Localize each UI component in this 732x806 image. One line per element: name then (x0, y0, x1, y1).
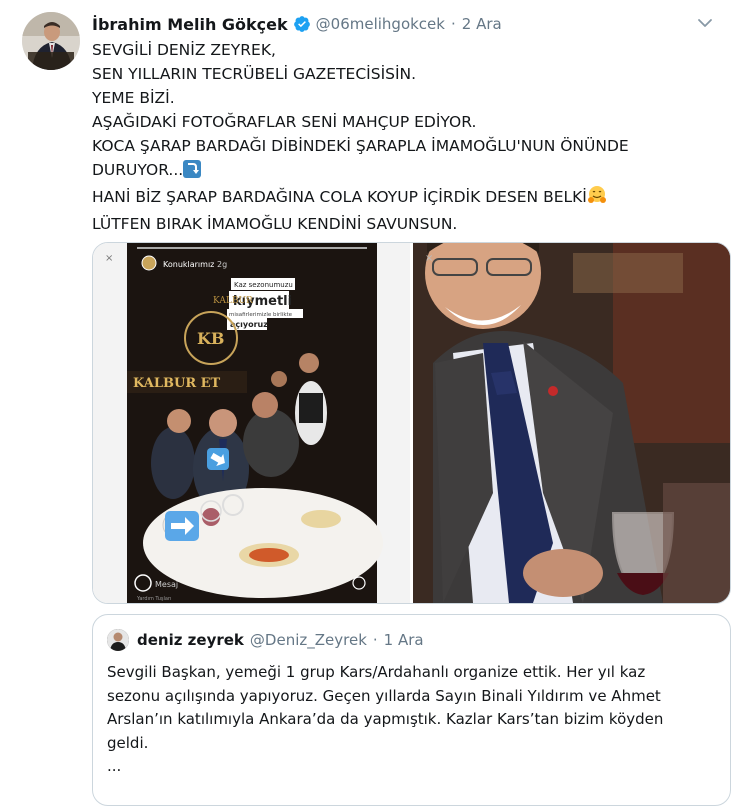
bottom-caption-small: Yardım Tuşları (136, 596, 171, 602)
bottom-caption: Mesaj (155, 580, 178, 589)
tweet-line: SEVGİLİ DENİZ ZEYREK, (92, 41, 276, 59)
tweet-line: KOCA ŞARAP BARDAĞI DİBİNDEKİ ŞARAPLA İMA… (92, 137, 629, 155)
tweet-line: AŞAĞIDAKİ FOTOĞRAFLAR SENİ MAHÇUP EDİYOR… (92, 113, 477, 131)
svg-text:×: × (105, 253, 113, 264)
quoted-author-avatar[interactable] (107, 629, 129, 651)
author-name[interactable]: İbrahim Melih Gökçek (92, 15, 288, 34)
quoted-author-handle[interactable]: @Deniz_Zeyrek (250, 631, 367, 649)
quoted-tweet-date[interactable]: 1 Ara (384, 631, 424, 649)
author-handle[interactable]: @06melihgokcek (316, 15, 445, 33)
logo-letters: KB (197, 329, 224, 348)
sticker-line1: Kaz sezonumuzu (234, 281, 293, 289)
quoted-line: ... (107, 757, 122, 775)
separator-dot: · (450, 15, 456, 33)
tweet-media: Konuklarımız 2g Kaz sezonumuzu kıymetli … (92, 242, 731, 604)
chevron-down-icon[interactable] (696, 14, 714, 32)
story-account: Konuklarımız (163, 260, 214, 269)
quoted-tweet-header: deniz zeyrek @Deniz_Zeyrek · 1 Ara (107, 629, 424, 651)
tweet-date[interactable]: 2 Ara (462, 15, 502, 33)
restaurant-sign: KALBUR ET (133, 376, 221, 391)
tweet-line-text: DURUYOR... (92, 161, 184, 179)
tweet-header: İbrahim Melih Gökçek @06melihgokcek · 2 … (92, 12, 718, 36)
story-time: 2g (217, 260, 227, 269)
quoted-line: sezonu açılışında yapıyoruz. Geçen yılla… (107, 686, 661, 705)
logo-text: KALBUR (213, 296, 253, 306)
quoted-line: geldi. (107, 733, 149, 752)
svg-text:×: × (425, 253, 433, 264)
tweet-line: YEME BİZİ. (92, 89, 175, 107)
quoted-author-name[interactable]: deniz zeyrek (137, 631, 244, 649)
tweet-text: SEVGİLİ DENİZ ZEYREK, SEN YILLARIN TECRÜ… (92, 38, 712, 236)
hugging-face-emoji (587, 185, 607, 212)
author-avatar[interactable] (22, 12, 80, 70)
media-photo-right[interactable]: × (413, 243, 730, 603)
tweet-line-text: HANİ BİZ ŞARAP BARDAĞINA COLA KOYUP İÇİR… (92, 188, 587, 206)
media-photo-left[interactable]: Konuklarımız 2g Kaz sezonumuzu kıymetli … (93, 243, 410, 603)
sticker-line3: misafirlerimizle birlikte (229, 312, 293, 318)
tweet-line-with-emoji: HANİ BİZ ŞARAP BARDAĞINA COLA KOYUP İÇİR… (92, 185, 712, 212)
quoted-tweet-text: Sevgili Başkan, yemeği 1 grup Kars/Ardah… (107, 661, 717, 779)
quoted-line: Sevgili Başkan, yemeği 1 grup Kars/Ardah… (107, 663, 646, 681)
right-arrow-curving-down-emoji (183, 160, 202, 185)
tweet-line-with-emoji: DURUYOR... (92, 158, 712, 185)
tweet-line: SEN YILLARIN TECRÜBELİ GAZETECİSİSİN. (92, 65, 417, 83)
verified-badge-icon (293, 15, 311, 33)
quoted-line: Arslan’ın katılımıyla Ankara’da da yapmı… (107, 710, 664, 728)
tweet-line: LÜTFEN BIRAK İMAMOĞLU KENDİNİ SAVUNSUN. (92, 215, 458, 233)
quoted-tweet[interactable]: deniz zeyrek @Deniz_Zeyrek · 1 Ara Sevgi… (92, 614, 731, 806)
separator-dot: · (372, 631, 378, 649)
